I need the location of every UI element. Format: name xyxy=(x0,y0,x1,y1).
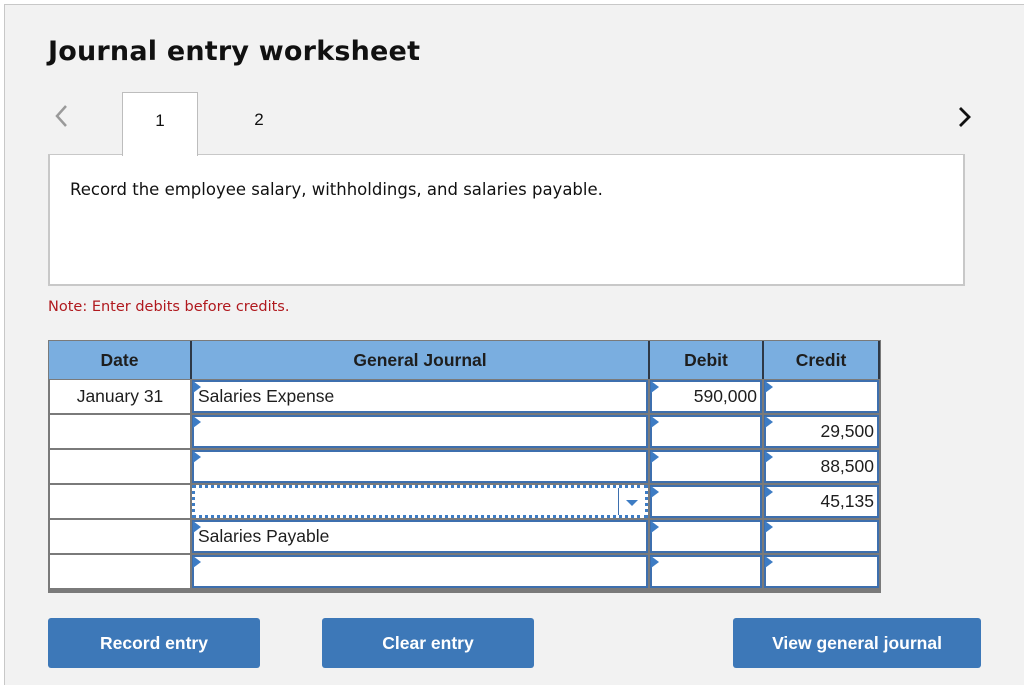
instruction-text: Record the employee salary, withholdings… xyxy=(70,180,603,199)
tab-2[interactable]: 2 xyxy=(221,92,297,156)
column-header-general-journal: General Journal xyxy=(192,341,650,379)
chevron-left-icon xyxy=(55,105,67,127)
credit-value: 29,500 xyxy=(820,421,874,441)
debit-input[interactable] xyxy=(650,555,762,588)
credit-input[interactable]: 29,500 xyxy=(764,415,879,448)
table-row xyxy=(48,555,881,590)
flag-icon xyxy=(193,451,201,463)
account-value: Salaries Payable xyxy=(198,526,330,546)
flag-icon xyxy=(651,521,659,533)
flag-icon xyxy=(765,486,773,498)
flag-icon xyxy=(193,521,201,533)
next-button[interactable] xyxy=(955,101,975,131)
flag-icon xyxy=(651,486,659,498)
debit-input[interactable] xyxy=(650,450,762,483)
credit-input[interactable]: 88,500 xyxy=(764,450,879,483)
account-input[interactable]: Salaries Payable xyxy=(192,520,648,553)
debit-input[interactable]: 590,000 xyxy=(650,380,762,413)
page-title: Journal entry worksheet xyxy=(48,36,421,67)
date-cell xyxy=(50,450,190,483)
date-cell xyxy=(50,415,190,448)
flag-icon xyxy=(193,556,201,568)
column-header-debit: Debit xyxy=(650,341,764,379)
view-general-journal-button[interactable]: View general journal xyxy=(733,618,981,668)
debit-input[interactable] xyxy=(650,415,762,448)
flag-icon xyxy=(193,381,201,393)
flag-icon xyxy=(765,556,773,568)
instruction-box: Record the employee salary, withholdings… xyxy=(48,154,965,286)
table-row: 45,135 xyxy=(48,485,881,520)
account-input[interactable] xyxy=(192,415,648,448)
account-input[interactable] xyxy=(192,450,648,483)
date-cell xyxy=(50,485,190,518)
date-cell xyxy=(50,555,190,588)
date-cell: January 31 xyxy=(50,380,190,413)
note-text: Note: Enter debits before credits. xyxy=(48,299,290,315)
flag-icon xyxy=(765,381,773,393)
flag-icon xyxy=(193,416,201,428)
debit-input[interactable] xyxy=(650,520,762,553)
account-input[interactable]: Salaries Expense xyxy=(192,380,648,413)
date-cell xyxy=(50,520,190,553)
prev-button[interactable] xyxy=(52,101,72,131)
credit-input[interactable] xyxy=(764,380,879,413)
credit-value: 45,135 xyxy=(820,491,874,511)
credit-value: 88,500 xyxy=(820,456,874,476)
chevron-right-icon xyxy=(959,107,971,127)
credit-input[interactable] xyxy=(764,520,879,553)
flag-icon xyxy=(651,556,659,568)
dropdown-toggle[interactable] xyxy=(618,488,645,515)
column-header-credit: Credit xyxy=(764,341,880,379)
account-input[interactable] xyxy=(192,555,648,588)
credit-input[interactable] xyxy=(764,555,879,588)
record-entry-button[interactable]: Record entry xyxy=(48,618,260,668)
debit-value: 590,000 xyxy=(693,386,757,406)
table-row: 88,500 xyxy=(48,450,881,485)
table-row: 29,500 xyxy=(48,415,881,450)
credit-input[interactable]: 45,135 xyxy=(764,485,879,518)
flag-icon xyxy=(651,381,659,393)
table-row: January 31 Salaries Expense 590,000 xyxy=(48,380,881,415)
flag-icon xyxy=(765,521,773,533)
flag-icon xyxy=(651,416,659,428)
caret-down-icon xyxy=(626,500,638,506)
flag-icon xyxy=(765,416,773,428)
debit-input[interactable] xyxy=(650,485,762,518)
column-header-date: Date xyxy=(49,341,192,379)
account-value: Salaries Expense xyxy=(198,386,335,406)
table-row: Salaries Payable xyxy=(48,520,881,555)
clear-entry-button[interactable]: Clear entry xyxy=(322,618,534,668)
flag-icon xyxy=(765,451,773,463)
flag-icon xyxy=(651,451,659,463)
account-dropdown[interactable] xyxy=(192,485,648,518)
journal-table: Date General Journal Debit Credit Januar… xyxy=(48,340,881,593)
tab-1[interactable]: 1 xyxy=(122,92,198,156)
